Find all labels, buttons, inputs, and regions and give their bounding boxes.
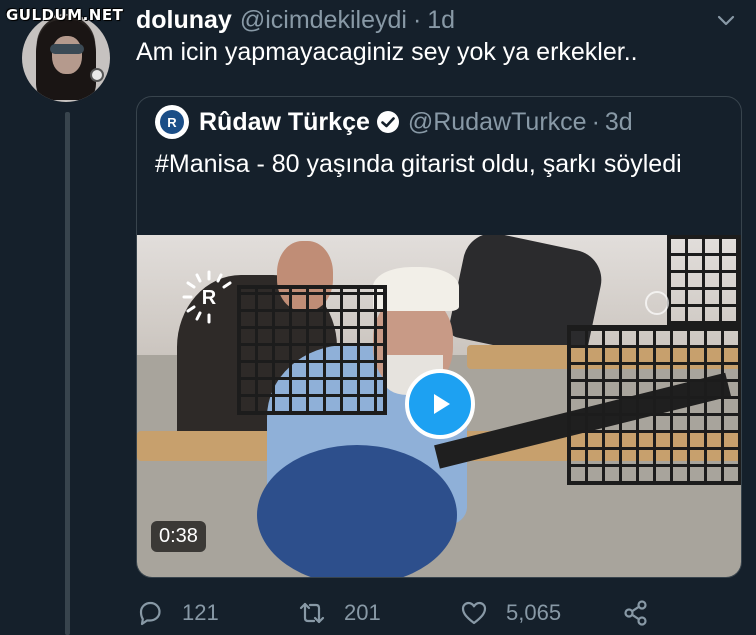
tweet-header: dolunay @icimdekileydi · 1d [136, 4, 736, 36]
share-icon [624, 600, 647, 626]
tweet-actions: 121 201 5,065 [136, 595, 656, 631]
retweet-count: 201 [344, 600, 381, 625]
play-icon [434, 394, 450, 414]
reply-icon [139, 601, 161, 626]
separator-dot: · [412, 5, 422, 34]
quoted-tweet[interactable]: R Rûdaw Türkçe @RudawTurkce · 3d #Manisa… [136, 96, 742, 578]
site-watermark: GULDUM.NET [6, 6, 124, 24]
share-button[interactable] [622, 595, 668, 631]
rudaw-logo: R [181, 269, 237, 325]
verified-badge-icon [376, 111, 399, 133]
aa-logo [645, 291, 669, 315]
quoted-author-display-name[interactable]: Rûdaw Türkçe [199, 108, 370, 137]
video-duration: 0:38 [151, 521, 206, 552]
like-button[interactable]: 5,065 [460, 595, 561, 631]
quoted-tweet-time[interactable]: 3d [605, 108, 633, 137]
quoted-separator-dot: · [591, 107, 600, 136]
play-button[interactable] [405, 369, 475, 439]
reply-count: 121 [182, 600, 219, 625]
tweet-text: Am icin yapmayacaginiz sey yok ya erkekl… [136, 38, 638, 66]
like-count: 5,065 [506, 600, 562, 625]
tweet-time[interactable]: 1d [427, 6, 455, 35]
chevron-down-icon[interactable] [716, 10, 736, 30]
retweet-button[interactable]: 201 [298, 595, 381, 631]
retweet-icon [299, 602, 325, 624]
heart-icon [461, 601, 487, 625]
author-avatar[interactable] [22, 14, 110, 102]
quoted-author-handle[interactable]: @RudawTurkce [408, 108, 587, 137]
thread-line [65, 112, 70, 635]
video-player[interactable]: R 0:38 [137, 235, 741, 577]
quoted-tweet-header: R Rûdaw Türkçe @RudawTurkce · 3d [155, 105, 633, 139]
video-logo-letter: R [202, 287, 217, 309]
author-handle[interactable]: @icimdekileydi [240, 6, 407, 35]
quoted-tweet-text: #Manisa - 80 yaşında gitarist oldu, şark… [155, 150, 682, 178]
reply-button[interactable]: 121 [136, 595, 219, 631]
quoted-avatar-letter: R [160, 110, 184, 134]
quoted-author-avatar[interactable]: R [155, 105, 189, 139]
author-display-name[interactable]: dolunay [136, 6, 232, 35]
